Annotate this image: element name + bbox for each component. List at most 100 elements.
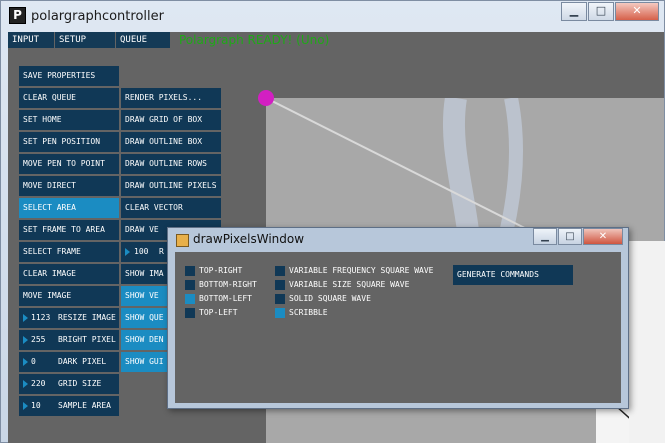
- option-top-right[interactable]: TOP-RIGHT: [185, 266, 242, 276]
- set-home-label: SET HOME: [23, 115, 62, 124]
- option-label: BOTTOM-RIGHT: [199, 280, 257, 289]
- main-window: P polargraphcontroller ▁ □ ✕ INPUT SETUP…: [0, 0, 665, 443]
- option-top-left[interactable]: TOP-LEFT: [185, 308, 238, 318]
- option-checkbox[interactable]: [185, 280, 195, 290]
- dark-pixel-control[interactable]: 0 DARK PIXEL: [19, 352, 119, 372]
- show-guides-label: SHOW GUI: [125, 357, 164, 366]
- clear-queue-button[interactable]: CLEAR QUEUE: [19, 88, 119, 108]
- grid-size-value: 220: [31, 379, 46, 388]
- save-properties-label: SAVE PROPERTIES: [23, 71, 96, 80]
- vector-scale-label: R: [159, 247, 164, 256]
- draw-vector-label: DRAW VE: [125, 225, 159, 234]
- clear-vector-label: CLEAR VECTOR: [125, 203, 183, 212]
- bright-pixel-control[interactable]: 255 BRIGHT PIXEL: [19, 330, 119, 350]
- option-checkbox[interactable]: [185, 308, 195, 318]
- draw-pixels-dialog: drawPixelsWindow ▁ □ ✕ TOP-RIGHT BOTTOM-…: [167, 227, 629, 409]
- option-bottom-right[interactable]: BOTTOM-RIGHT: [185, 280, 257, 290]
- draw-outline-rows-label: DRAW OUTLINE ROWS: [125, 159, 207, 168]
- drag-handle-icon: [23, 357, 28, 366]
- option-bottom-left[interactable]: BOTTOM-LEFT: [185, 294, 252, 304]
- draw-grid-of-box-label: DRAW GRID OF BOX: [125, 115, 203, 124]
- drag-handle-icon: [23, 335, 28, 344]
- move-direct-label: MOVE DIRECT: [23, 181, 76, 190]
- move-pen-to-point-label: MOVE PEN TO POINT: [23, 159, 105, 168]
- set-frame-to-area-button[interactable]: SET FRAME TO AREA: [19, 220, 119, 240]
- draw-grid-of-box-button[interactable]: DRAW GRID OF BOX: [121, 110, 221, 130]
- window-title: polargraphcontroller: [31, 9, 164, 24]
- option-label: BOTTOM-LEFT: [199, 294, 252, 303]
- save-properties-button[interactable]: SAVE PROPERTIES: [19, 66, 119, 86]
- option-checkbox[interactable]: [275, 294, 285, 304]
- bright-pixel-label: BRIGHT PIXEL: [58, 335, 116, 344]
- move-image-button[interactable]: MOVE IMAGE: [19, 286, 119, 306]
- dialog-maximize-button[interactable]: □: [558, 228, 582, 245]
- move-image-label: MOVE IMAGE: [23, 291, 72, 300]
- draw-outline-box-label: DRAW OUTLINE BOX: [125, 137, 203, 146]
- dialog-close-button[interactable]: ✕: [583, 228, 623, 245]
- resize-image-label: RESIZE IMAGE: [58, 313, 116, 322]
- pen-position-marker[interactable]: [258, 90, 274, 106]
- option-label: TOP-LEFT: [199, 308, 238, 317]
- dialog-title: drawPixelsWindow: [193, 232, 305, 246]
- grid-size-control[interactable]: 220 GRID SIZE: [19, 374, 119, 394]
- dialog-controls: ▁ □ ✕: [532, 228, 623, 245]
- option-label: SOLID SQUARE WAVE: [289, 294, 371, 303]
- option-label: VARIABLE FREQUENCY SQUARE WAVE: [289, 266, 434, 275]
- set-frame-to-area-label: SET FRAME TO AREA: [23, 225, 105, 234]
- clear-queue-label: CLEAR QUEUE: [23, 93, 76, 102]
- option-solid-square-wave[interactable]: SOLID SQUARE WAVE: [275, 294, 371, 304]
- drag-handle-icon: [23, 313, 28, 322]
- sample-area-control[interactable]: 10 SAMPLE AREA: [19, 396, 119, 416]
- dark-pixel-label: DARK PIXEL: [58, 357, 107, 366]
- drag-handle-icon: [23, 401, 28, 410]
- option-label: SCRIBBLE: [289, 308, 328, 317]
- clear-image-button[interactable]: CLEAR IMAGE: [19, 264, 119, 284]
- option-checkbox[interactable]: [185, 266, 195, 276]
- show-image-label: SHOW IMA: [125, 269, 164, 278]
- render-pixels-button[interactable]: RENDER PIXELS...: [121, 88, 221, 108]
- set-pen-position-label: SET PEN POSITION: [23, 137, 101, 146]
- window-controls: ▁ □ ✕: [560, 2, 659, 21]
- move-pen-to-point-button[interactable]: MOVE PEN TO POINT: [19, 154, 119, 174]
- option-checkbox[interactable]: [275, 308, 285, 318]
- select-frame-label: SELECT FRAME: [23, 247, 81, 256]
- option-label: VARIABLE SIZE SQUARE WAVE: [289, 280, 410, 289]
- move-direct-button[interactable]: MOVE DIRECT: [19, 176, 119, 196]
- dialog-canvas: TOP-RIGHT BOTTOM-RIGHT BOTTOM-LEFT TOP-L…: [175, 252, 621, 403]
- draw-outline-rows-button[interactable]: DRAW OUTLINE ROWS: [121, 154, 221, 174]
- set-pen-position-button[interactable]: SET PEN POSITION: [19, 132, 119, 152]
- option-variable-frequency-square-wave[interactable]: VARIABLE FREQUENCY SQUARE WAVE: [275, 266, 434, 276]
- dialog-minimize-button[interactable]: ▁: [533, 228, 557, 245]
- java-cup-icon: [176, 234, 189, 247]
- maximize-button[interactable]: □: [588, 2, 614, 21]
- select-frame-button[interactable]: SELECT FRAME: [19, 242, 119, 262]
- draw-outline-pixels-button[interactable]: DRAW OUTLINE PIXELS: [121, 176, 221, 196]
- clear-vector-button[interactable]: CLEAR VECTOR: [121, 198, 221, 218]
- close-button[interactable]: ✕: [615, 2, 659, 21]
- vector-scale-value: 100: [134, 247, 149, 256]
- drag-handle-icon: [23, 379, 28, 388]
- minimize-button[interactable]: ▁: [561, 2, 587, 21]
- generate-commands-button[interactable]: GENERATE COMMANDS: [453, 265, 573, 285]
- sample-area-label: SAMPLE AREA: [58, 401, 111, 410]
- set-home-button[interactable]: SET HOME: [19, 110, 119, 130]
- option-checkbox[interactable]: [275, 280, 285, 290]
- clear-image-label: CLEAR IMAGE: [23, 269, 76, 278]
- resize-image-value: 1123: [31, 313, 51, 322]
- app-icon: P: [9, 7, 26, 24]
- option-label: TOP-RIGHT: [199, 266, 243, 275]
- render-pixels-label: RENDER PIXELS...: [125, 93, 203, 102]
- dark-pixel-value: 0: [31, 357, 36, 366]
- option-checkbox[interactable]: [185, 294, 195, 304]
- show-density-label: SHOW DEN: [125, 335, 164, 344]
- draw-outline-box-button[interactable]: DRAW OUTLINE BOX: [121, 132, 221, 152]
- option-checkbox[interactable]: [275, 266, 285, 276]
- draw-outline-pixels-label: DRAW OUTLINE PIXELS: [125, 181, 217, 190]
- option-variable-size-square-wave[interactable]: VARIABLE SIZE SQUARE WAVE: [275, 280, 409, 290]
- sample-area-value: 10: [31, 401, 41, 410]
- option-scribble[interactable]: SCRIBBLE: [275, 308, 328, 318]
- resize-image-control[interactable]: 1123 RESIZE IMAGE: [19, 308, 119, 328]
- select-area-button[interactable]: SELECT AREA: [19, 198, 119, 218]
- grid-size-label: GRID SIZE: [58, 379, 102, 388]
- background-window-strip: [629, 241, 665, 443]
